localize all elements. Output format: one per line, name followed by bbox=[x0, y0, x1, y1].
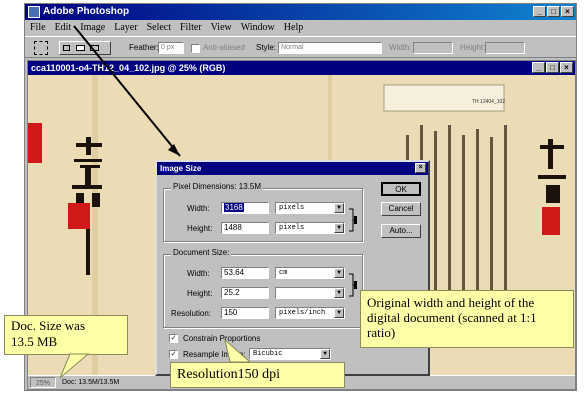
resolution-unit-select[interactable]: pixels/inch ▼ bbox=[275, 307, 345, 319]
doc-width-input[interactable]: 53.64 bbox=[221, 267, 269, 279]
photoshop-app-icon bbox=[28, 6, 40, 18]
pixel-height-unit: pixels bbox=[279, 224, 305, 232]
resample-image-label: Resample Image: bbox=[183, 350, 246, 359]
minimize-button[interactable]: _ bbox=[533, 6, 546, 17]
left-edge-seal bbox=[28, 123, 42, 163]
resample-method-value: Bicubic bbox=[253, 350, 283, 358]
callout-doc-size-line1: Doc. Size was bbox=[11, 318, 86, 333]
resample-image-checkbox[interactable]: ✓ bbox=[169, 350, 178, 359]
seal-left bbox=[68, 203, 90, 229]
doc-size-readout[interactable]: Doc: 13.5M/13.5M bbox=[62, 377, 119, 389]
width-input[interactable] bbox=[413, 42, 453, 54]
callout-resolution: Resolution150 dpi bbox=[170, 362, 345, 388]
width-label: Width: bbox=[389, 43, 412, 52]
resolution-unit: pixels/inch bbox=[279, 309, 326, 317]
resample-method-select[interactable]: Bicubic ▼ bbox=[249, 348, 331, 360]
doc-height-input[interactable]: 25.2 bbox=[221, 287, 269, 299]
callout-doc-size-line2: 13.5 MB bbox=[11, 334, 58, 349]
auto-button[interactable]: Auto... bbox=[381, 224, 421, 238]
menu-view[interactable]: View bbox=[211, 20, 232, 36]
dialog-close-icon[interactable]: × bbox=[415, 163, 426, 173]
resolution-label: Resolution: bbox=[171, 309, 212, 318]
antialiased-checkbox[interactable] bbox=[191, 44, 200, 53]
chevron-down-icon: ▼ bbox=[334, 203, 344, 213]
pixel-width-label: Width: bbox=[187, 204, 210, 213]
document-title-bar: cca110001-o4-TH12_04_102.jpg @ 25% (RGB)… bbox=[28, 61, 575, 75]
app-title: Adobe Photoshop bbox=[43, 6, 130, 17]
pixel-width-value: 3168 bbox=[224, 203, 244, 212]
selection-mode-buttons[interactable] bbox=[59, 41, 111, 55]
pixel-width-input[interactable]: 3168 bbox=[221, 202, 269, 214]
pixel-width-unit-select[interactable]: pixels ▼ bbox=[275, 202, 345, 214]
chevron-down-icon: ▼ bbox=[334, 288, 344, 298]
pixel-height-unit-select[interactable]: pixels ▼ bbox=[275, 222, 345, 234]
feather-label: Feather: bbox=[129, 43, 159, 52]
chevron-down-icon: ▼ bbox=[320, 349, 330, 359]
menu-file[interactable]: File bbox=[30, 20, 46, 36]
dialog-title-text: Image Size bbox=[160, 164, 202, 173]
doc-width-unit-select[interactable]: cm ▼ bbox=[275, 267, 345, 279]
document-size-label: Document Size: bbox=[171, 248, 232, 257]
pixel-height-label: Height: bbox=[187, 224, 213, 233]
new-selection-icon[interactable] bbox=[63, 45, 70, 51]
menu-window[interactable]: Window bbox=[241, 20, 275, 36]
close-button[interactable]: × bbox=[561, 6, 574, 17]
doc-maximize-button[interactable]: □ bbox=[546, 62, 559, 73]
app-title-bar: Adobe Photoshop _ □ × bbox=[25, 4, 576, 20]
menu-select[interactable]: Select bbox=[147, 20, 171, 36]
menu-layer[interactable]: Layer bbox=[114, 20, 137, 36]
callout-original-size: Original width and height of the digital… bbox=[360, 290, 574, 348]
constrain-proportions-label: Constrain Proportions bbox=[183, 334, 261, 343]
height-input[interactable] bbox=[485, 42, 525, 54]
archive-stamp-text: TH 12404_102 bbox=[472, 99, 506, 105]
add-selection-icon[interactable] bbox=[76, 45, 85, 51]
chevron-down-icon: ▼ bbox=[334, 223, 344, 233]
doc-width-unit: cm bbox=[279, 269, 288, 277]
menu-edit[interactable]: Edit bbox=[55, 20, 72, 36]
menu-image[interactable]: Image bbox=[80, 20, 105, 36]
link-constraint-icon bbox=[349, 208, 357, 232]
resolution-input[interactable]: 150 bbox=[221, 307, 269, 319]
doc-close-button[interactable]: × bbox=[560, 62, 573, 73]
constrain-proportions-checkbox[interactable]: ✓ bbox=[169, 334, 178, 343]
cancel-button[interactable]: Cancel bbox=[381, 202, 421, 216]
pixel-width-unit: pixels bbox=[279, 204, 305, 212]
doc-height-label: Height: bbox=[187, 289, 213, 298]
menu-help[interactable]: Help bbox=[284, 20, 303, 36]
options-bar: Feather: 0 px Anti-aliased Style: Normal… bbox=[25, 36, 576, 58]
link-constraint-icon bbox=[349, 273, 357, 297]
height-label: Height: bbox=[460, 43, 486, 52]
doc-minimize-button[interactable]: _ bbox=[532, 62, 545, 73]
callout-doc-size: Doc. Size was 13.5 MB bbox=[4, 315, 128, 355]
subtract-selection-icon[interactable] bbox=[90, 45, 99, 51]
document-title: cca110001-o4-TH12_04_102.jpg @ 25% (RGB) bbox=[31, 63, 226, 73]
dialog-title: Image Size × bbox=[157, 162, 428, 175]
feather-input[interactable]: 0 px bbox=[158, 42, 184, 54]
callout-resolution-text: Resolution150 dpi bbox=[177, 367, 281, 382]
chevron-down-icon: ▼ bbox=[334, 268, 344, 278]
chevron-down-icon: ▼ bbox=[334, 308, 344, 318]
maximize-button[interactable]: □ bbox=[547, 6, 560, 17]
style-label: Style: bbox=[256, 43, 277, 52]
pixel-dimensions-label: Pixel Dimensions: 13.5M bbox=[171, 182, 264, 191]
archive-stamp bbox=[383, 84, 505, 112]
style-select[interactable]: Normal bbox=[278, 42, 382, 54]
menu-filter[interactable]: Filter bbox=[180, 20, 202, 36]
ok-button[interactable]: OK bbox=[381, 182, 421, 196]
pixel-height-input[interactable]: 1488 bbox=[221, 222, 269, 234]
doc-width-label: Width: bbox=[187, 269, 210, 278]
marquee-tool-icon[interactable] bbox=[34, 41, 48, 55]
antialiased-label: Anti-aliased bbox=[203, 43, 245, 52]
seal-right bbox=[542, 207, 560, 235]
callout-original-size-text: Original width and height of the digital… bbox=[367, 295, 537, 340]
doc-height-unit-select[interactable]: ▼ bbox=[275, 287, 345, 299]
zoom-field[interactable]: 25% bbox=[30, 377, 56, 388]
menu-bar: File Edit Image Layer Select Filter View… bbox=[25, 20, 576, 36]
